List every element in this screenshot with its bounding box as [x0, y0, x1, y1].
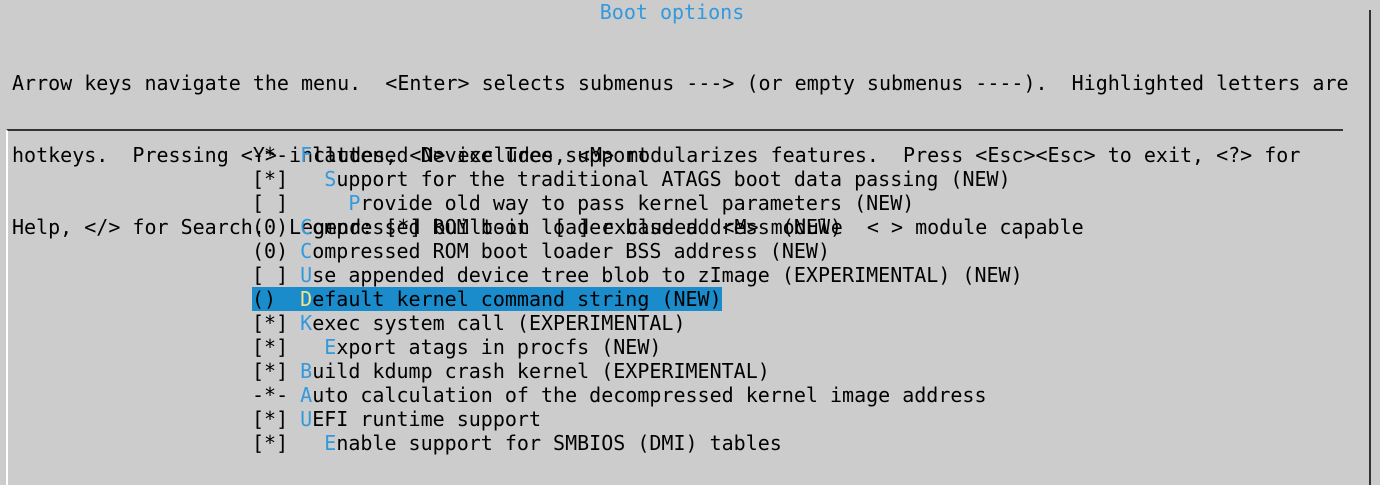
item-hotkey: P — [348, 191, 361, 215]
item-hotkey: C — [300, 239, 313, 263]
menu-item-uefi-runtime[interactable]: [*] UEFI runtime support — [252, 407, 1023, 431]
item-label: exec system call (EXPERIMENTAL) — [312, 311, 686, 335]
item-indent — [300, 335, 324, 359]
item-hotkey: E — [324, 335, 337, 359]
menu-item-smbios[interactable]: [*] Enable support for SMBIOS (DMI) tabl… — [252, 431, 1023, 455]
item-label: nable support for SMBIOS (DMI) tables — [336, 431, 782, 455]
item-marker: [*] — [252, 359, 301, 383]
item-label: uild kdump crash kernel (EXPERIMENTAL) — [312, 359, 770, 383]
item-hotkey: K — [300, 311, 313, 335]
item-label: rovide old way to pass kernel parameters… — [360, 191, 915, 215]
item-label: ompressed ROM boot loader base address (… — [312, 215, 843, 239]
menu-item-auto-zreladdr[interactable]: -*- Auto calculation of the decompressed… — [252, 383, 1023, 407]
selected-highlight: () Default kernel command string (NEW) — [252, 287, 722, 311]
menu-item-atags-support[interactable]: [*] Support for the traditional ATAGS bo… — [252, 167, 1023, 191]
menu-item-rom-bss-address[interactable]: (0) Compressed ROM boot loader BSS addre… — [252, 239, 1023, 263]
item-label: xport atags in procfs (NEW) — [336, 335, 662, 359]
item-marker: [*] — [252, 311, 301, 335]
item-label: EFI runtime support — [312, 407, 541, 431]
menu-item-rom-base-address[interactable]: (0) Compressed ROM boot loader base addr… — [252, 215, 1023, 239]
menu-item-export-atags[interactable]: [*] Export atags in procfs (NEW) — [252, 335, 1023, 359]
menu-item-appended-dtb[interactable]: [ ] Use appended device tree blob to zIm… — [252, 263, 1023, 287]
item-label: efault kernel command string (NEW) — [312, 287, 722, 311]
window-border-right — [1369, 10, 1371, 485]
item-marker: [ ] — [252, 191, 301, 215]
item-marker: [*] — [252, 335, 301, 359]
menu-item-old-kernel-params[interactable]: [ ] Provide old way to pass kernel param… — [252, 191, 1023, 215]
item-hotkey: B — [300, 359, 313, 383]
item-hotkey: A — [300, 383, 313, 407]
item-label: ompressed ROM boot loader BSS address (N… — [312, 239, 830, 263]
item-label: se appended device tree blob to zImage (… — [312, 263, 1023, 287]
item-hotkey: U — [300, 263, 313, 287]
item-label: lattened Device Tree support — [312, 143, 650, 167]
item-marker: (0) — [252, 239, 301, 263]
item-marker: [*] — [252, 407, 301, 431]
item-hotkey: C — [300, 215, 313, 239]
item-hotkey: E — [324, 431, 337, 455]
item-hotkey: S — [324, 167, 337, 191]
help-line: Arrow keys navigate the menu. <Enter> se… — [12, 71, 1349, 95]
item-marker: [ ] — [252, 263, 301, 287]
item-indent — [300, 167, 324, 191]
item-marker: [*] — [252, 167, 301, 191]
item-indent — [300, 431, 324, 455]
item-label: uto calculation of the decompressed kern… — [312, 383, 987, 407]
item-marker: -*- — [252, 383, 301, 407]
item-label: upport for the traditional ATAGS boot da… — [336, 167, 1011, 191]
item-marker: () — [252, 287, 301, 311]
item-marker: [*] — [252, 431, 301, 455]
item-hotkey: D — [300, 287, 313, 311]
item-marker: -*- — [252, 143, 301, 167]
window-title: Boot options — [599, 0, 745, 24]
item-hotkey: F — [300, 143, 313, 167]
menu-item-flattened-device-tree[interactable]: -*- Flattened Device Tree support — [252, 143, 1023, 167]
menu-item-kdump[interactable]: [*] Build kdump crash kernel (EXPERIMENT… — [252, 359, 1023, 383]
item-marker: (0) — [252, 215, 301, 239]
menu-item-default-cmdline[interactable]: () Default kernel command string (NEW) — [252, 287, 1023, 311]
item-hotkey: U — [300, 407, 313, 431]
item-indent — [300, 191, 348, 215]
menu-list: -*- Flattened Device Tree support [*] Su… — [252, 143, 1023, 455]
menu-item-kexec[interactable]: [*] Kexec system call (EXPERIMENTAL) — [252, 311, 1023, 335]
